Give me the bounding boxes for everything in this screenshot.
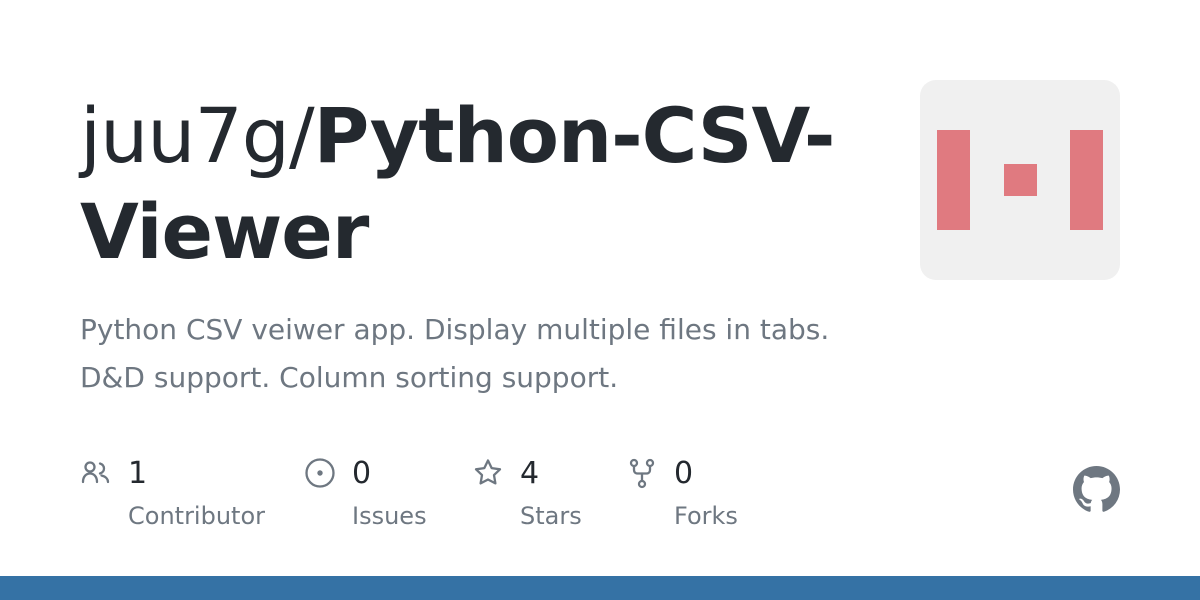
contributors-label: Contributor (128, 502, 266, 530)
language-color-bar (0, 576, 1200, 600)
issues-stat: 0 Issues (304, 455, 464, 535)
avatar-center-square (1004, 164, 1037, 196)
avatar-left-bar (937, 130, 970, 230)
forks-count: 0 (674, 456, 694, 491)
repository-description: Python CSV veiwer app. Display multiple … (80, 313, 830, 394)
contributors-stat: 1 Contributor (80, 455, 280, 535)
repository-owner: juu7g/ (80, 91, 315, 180)
forks-stat: 0 Forks (626, 455, 786, 535)
star-icon (472, 457, 504, 489)
contributors-count: 1 (128, 456, 148, 491)
repository-social-card: juu7g/Python-CSV-Viewer Python CSV veiwe… (0, 0, 1200, 600)
repo-forked-icon (626, 457, 658, 489)
github-mark-icon (1073, 466, 1120, 513)
avatar-right-bar (1070, 130, 1103, 230)
issue-opened-icon (304, 457, 336, 489)
stars-label: Stars (520, 502, 582, 530)
repository-title: juu7g/Python-CSV-Viewer (80, 88, 840, 280)
issues-count: 0 (352, 456, 372, 491)
repository-owner-avatar (920, 80, 1120, 280)
people-icon (80, 457, 112, 489)
stars-stat: 4 Stars (472, 455, 622, 535)
forks-label: Forks (674, 502, 738, 530)
stars-count: 4 (520, 456, 540, 491)
issues-label: Issues (352, 502, 427, 530)
